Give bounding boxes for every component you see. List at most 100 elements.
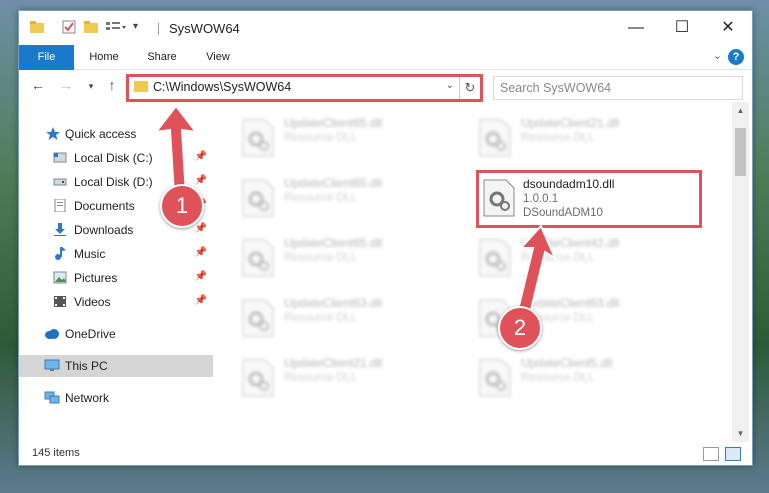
network-icon [44, 391, 60, 404]
file-version: 1.0.0.1 [523, 193, 559, 205]
properties-icon[interactable] [61, 19, 77, 35]
step-badge-2: 2 [498, 306, 542, 350]
download-icon [53, 223, 67, 236]
file-name: UpdateClient65.dll [284, 176, 383, 190]
cloud-icon [44, 327, 59, 340]
dll-file-icon [242, 119, 274, 157]
sidebar-item-network[interactable]: Network [19, 387, 213, 409]
details-view-icon[interactable] [703, 447, 719, 461]
folder-icon [29, 19, 45, 35]
help-button[interactable]: ? [728, 49, 744, 65]
title-bar: ▾ SysWOW64 — ☐ ✕ [19, 11, 752, 45]
sidebar-item-label: OneDrive [65, 327, 116, 341]
sidebar-item-videos[interactable]: Videos 📌 [19, 291, 213, 313]
file-item[interactable]: UpdateClient5.dll Resource DLL [473, 350, 703, 406]
file-description: Resource DLL [521, 372, 595, 384]
scrollbar-thumb[interactable] [735, 128, 746, 176]
forward-arrow-icon[interactable]: → [57, 77, 75, 93]
file-explorer-window: ▾ SysWOW64 — ☐ ✕ File Home Share View ⌄ … [18, 10, 753, 466]
drive-icon [53, 151, 67, 164]
back-arrow-icon[interactable]: ← [29, 77, 47, 93]
file-item[interactable]: UpdateClient65.dll Resource DLL [236, 110, 466, 166]
vertical-scrollbar[interactable]: ▲ ▼ [732, 102, 749, 442]
window-title: SysWOW64 [169, 21, 240, 36]
up-arrow-icon[interactable]: ↑ [103, 77, 121, 93]
divider [158, 23, 159, 35]
file-description: Resource DLL [284, 252, 358, 264]
file-description: Resource DLL [284, 132, 358, 144]
chevron-down-icon[interactable]: ⌄ [713, 49, 722, 62]
chevron-down-icon[interactable]: ▾ [133, 21, 149, 37]
pin-icon[interactable]: 📌 [195, 223, 207, 234]
file-name: UpdateClient63.dll [284, 296, 383, 310]
status-bar: 145 items [19, 442, 752, 465]
folder-icon [134, 81, 148, 92]
sidebar-item-label: Network [65, 391, 110, 405]
dll-file-icon [242, 359, 274, 397]
pin-icon[interactable]: 📌 [195, 247, 207, 258]
sidebar-item-label: Videos [74, 295, 111, 309]
file-item[interactable]: UpdateClient21.dll Resource DLL [236, 350, 466, 406]
customize-toolbar-icon[interactable] [105, 19, 126, 35]
maximize-button[interactable]: ☐ [659, 15, 705, 41]
documents-icon [53, 198, 67, 213]
dll-file-icon [242, 179, 274, 217]
refresh-button[interactable]: ↻ [459, 77, 480, 99]
sidebar-item-music[interactable]: Music 📌 [19, 243, 213, 265]
ribbon-tabs: File Home Share View ⌄ ? [19, 45, 752, 101]
sidebar-item-label: This PC [65, 359, 108, 373]
sidebar-item-pictures[interactable]: Pictures 📌 [19, 267, 213, 289]
chevron-down-icon[interactable]: ▾ [82, 81, 100, 92]
new-folder-icon[interactable] [83, 19, 99, 35]
tab-share[interactable]: Share [137, 45, 187, 69]
sidebar-item-label: Music [74, 247, 106, 261]
file-description: Resource DLL [284, 372, 358, 384]
file-item[interactable]: UpdateClient63.dll Resource DLL [236, 290, 466, 346]
chevron-down-icon[interactable]: ⌄ [446, 80, 454, 91]
drive-icon [53, 175, 67, 188]
file-name: UpdateClient5.dll [521, 356, 613, 370]
pictures-icon [53, 271, 67, 284]
pin-icon[interactable]: 📌 [195, 271, 207, 282]
file-item[interactable]: UpdateClient65.dll Resource DLL [236, 230, 466, 286]
dll-file-icon [483, 179, 515, 217]
scroll-up-arrow-icon[interactable]: ▲ [732, 106, 749, 115]
sidebar-item-label: Documents [74, 199, 135, 213]
dll-file-icon [479, 359, 511, 397]
dll-file-icon [242, 239, 274, 277]
sidebar-item-label: Local Disk (C:) [74, 151, 153, 165]
star-icon [46, 127, 60, 140]
address-row: ← → ▾ ↑ C:\Windows\SysWOW64 ⌄ ↻ Search S… [19, 70, 752, 102]
item-count: 145 items [32, 447, 80, 459]
file-name: UpdateClient65.dll [284, 116, 383, 130]
tab-home[interactable]: Home [79, 45, 129, 69]
file-name: UpdateClient21.dll [284, 356, 383, 370]
scroll-down-arrow-icon[interactable]: ▼ [732, 429, 749, 438]
search-input[interactable]: Search SysWOW64 [493, 76, 743, 100]
file-description: Resource DLL [284, 192, 358, 204]
file-name: dsoundadm10.dll [523, 177, 615, 191]
large-icons-view-icon[interactable] [725, 447, 741, 461]
file-list: UpdateClient65.dll Resource DLL UpdateCl… [214, 102, 732, 442]
sidebar-item-label: Downloads [74, 223, 134, 237]
file-item[interactable]: UpdateClient21.dll Resource DLL [473, 110, 703, 166]
pin-icon[interactable]: 📌 [195, 295, 207, 306]
tab-view[interactable]: View [195, 45, 241, 69]
music-icon [53, 247, 67, 260]
sidebar-item-label: Pictures [74, 271, 118, 285]
videos-icon [53, 295, 67, 308]
minimize-button[interactable]: — [613, 15, 659, 41]
address-path: C:\Windows\SysWOW64 [153, 80, 292, 94]
dll-file-icon [479, 119, 511, 157]
file-description: Resource DLL [521, 132, 595, 144]
computer-icon [44, 359, 60, 372]
sidebar-item-onedrive[interactable]: OneDrive [19, 323, 213, 345]
search-placeholder: Search SysWOW64 [500, 81, 612, 95]
sidebar-item-label: Quick access [65, 127, 137, 141]
sidebar-item-this-pc[interactable]: This PC [19, 355, 213, 377]
close-button[interactable]: ✕ [705, 15, 751, 41]
dll-file-icon [242, 299, 274, 337]
file-name: UpdateClient65.dll [284, 236, 383, 250]
step-badge-1: 1 [160, 184, 204, 228]
file-item[interactable]: UpdateClient65.dll Resource DLL [236, 170, 466, 226]
